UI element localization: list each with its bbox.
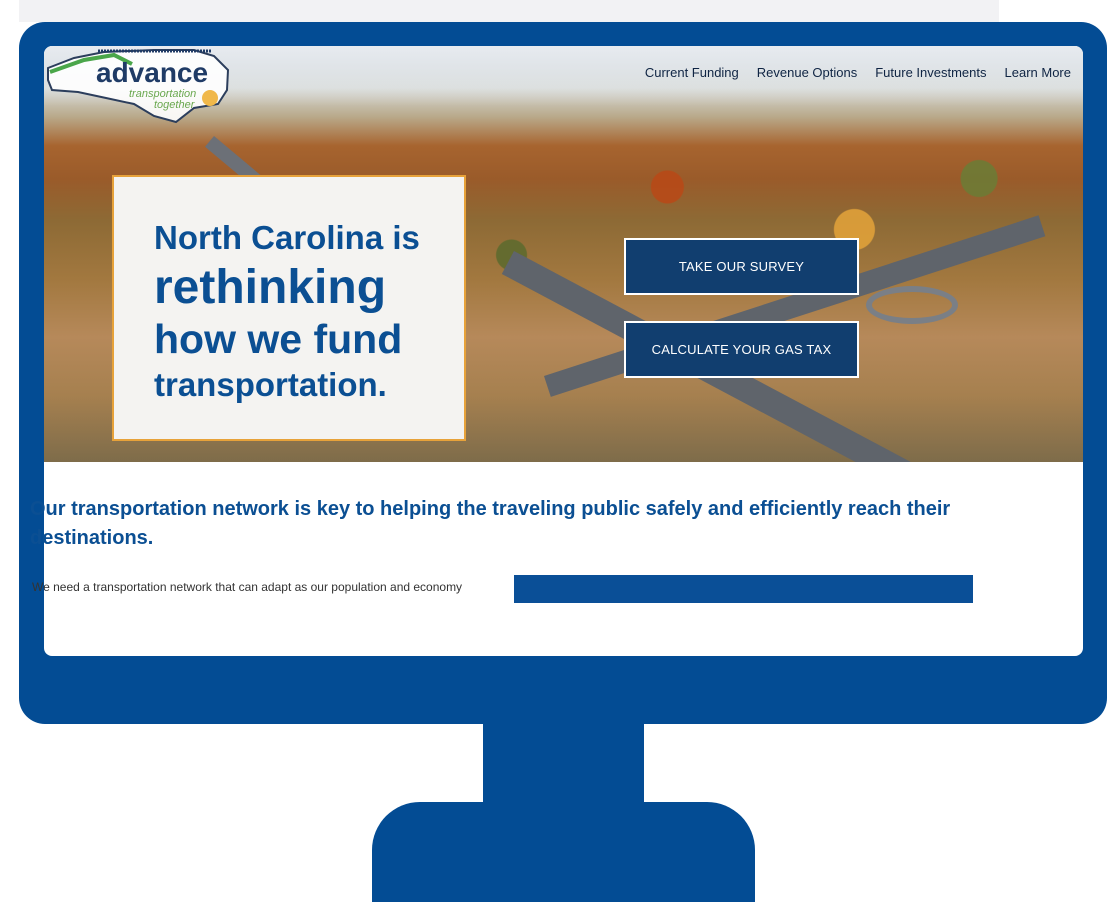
hero-line-2: rethinking [154, 261, 387, 314]
nav-current-funding[interactable]: Current Funding [645, 65, 739, 80]
advance-logo[interactable]: advance transportation together [44, 46, 234, 124]
content-heading: Our transportation network is key to hel… [30, 498, 951, 549]
content-body-text: We need a transportation network that ca… [32, 580, 463, 594]
logo-wordmark: advance [96, 57, 208, 88]
roundabout [866, 286, 958, 324]
monitor-base [372, 802, 755, 902]
hero-line-1: North Carolina is [154, 219, 420, 256]
hero-message-card: North Carolina is rethinking how we fund… [112, 175, 466, 441]
nav-future-investments[interactable]: Future Investments [875, 65, 986, 80]
nav-revenue-options[interactable]: Revenue Options [757, 65, 857, 80]
monitor-neck [483, 724, 644, 804]
content-media-bar [514, 575, 973, 603]
logo-tagline-2: together [154, 99, 196, 111]
hero-line-3: how we fund [154, 316, 403, 362]
take-survey-button[interactable]: TAKE OUR SURVEY [624, 238, 859, 295]
nav-learn-more[interactable]: Learn More [1005, 65, 1071, 80]
hero-line-4: transportation. [154, 366, 387, 403]
calculate-gas-tax-button[interactable]: CALCULATE YOUR GAS TAX [624, 321, 859, 378]
logo-sun-icon [202, 90, 218, 106]
hero-section: advance transportation together Current … [44, 46, 1083, 462]
main-nav: Current Funding Revenue Options Future I… [645, 65, 1071, 80]
top-background-band [19, 0, 999, 22]
website-screen: advance transportation together Current … [44, 46, 1083, 656]
